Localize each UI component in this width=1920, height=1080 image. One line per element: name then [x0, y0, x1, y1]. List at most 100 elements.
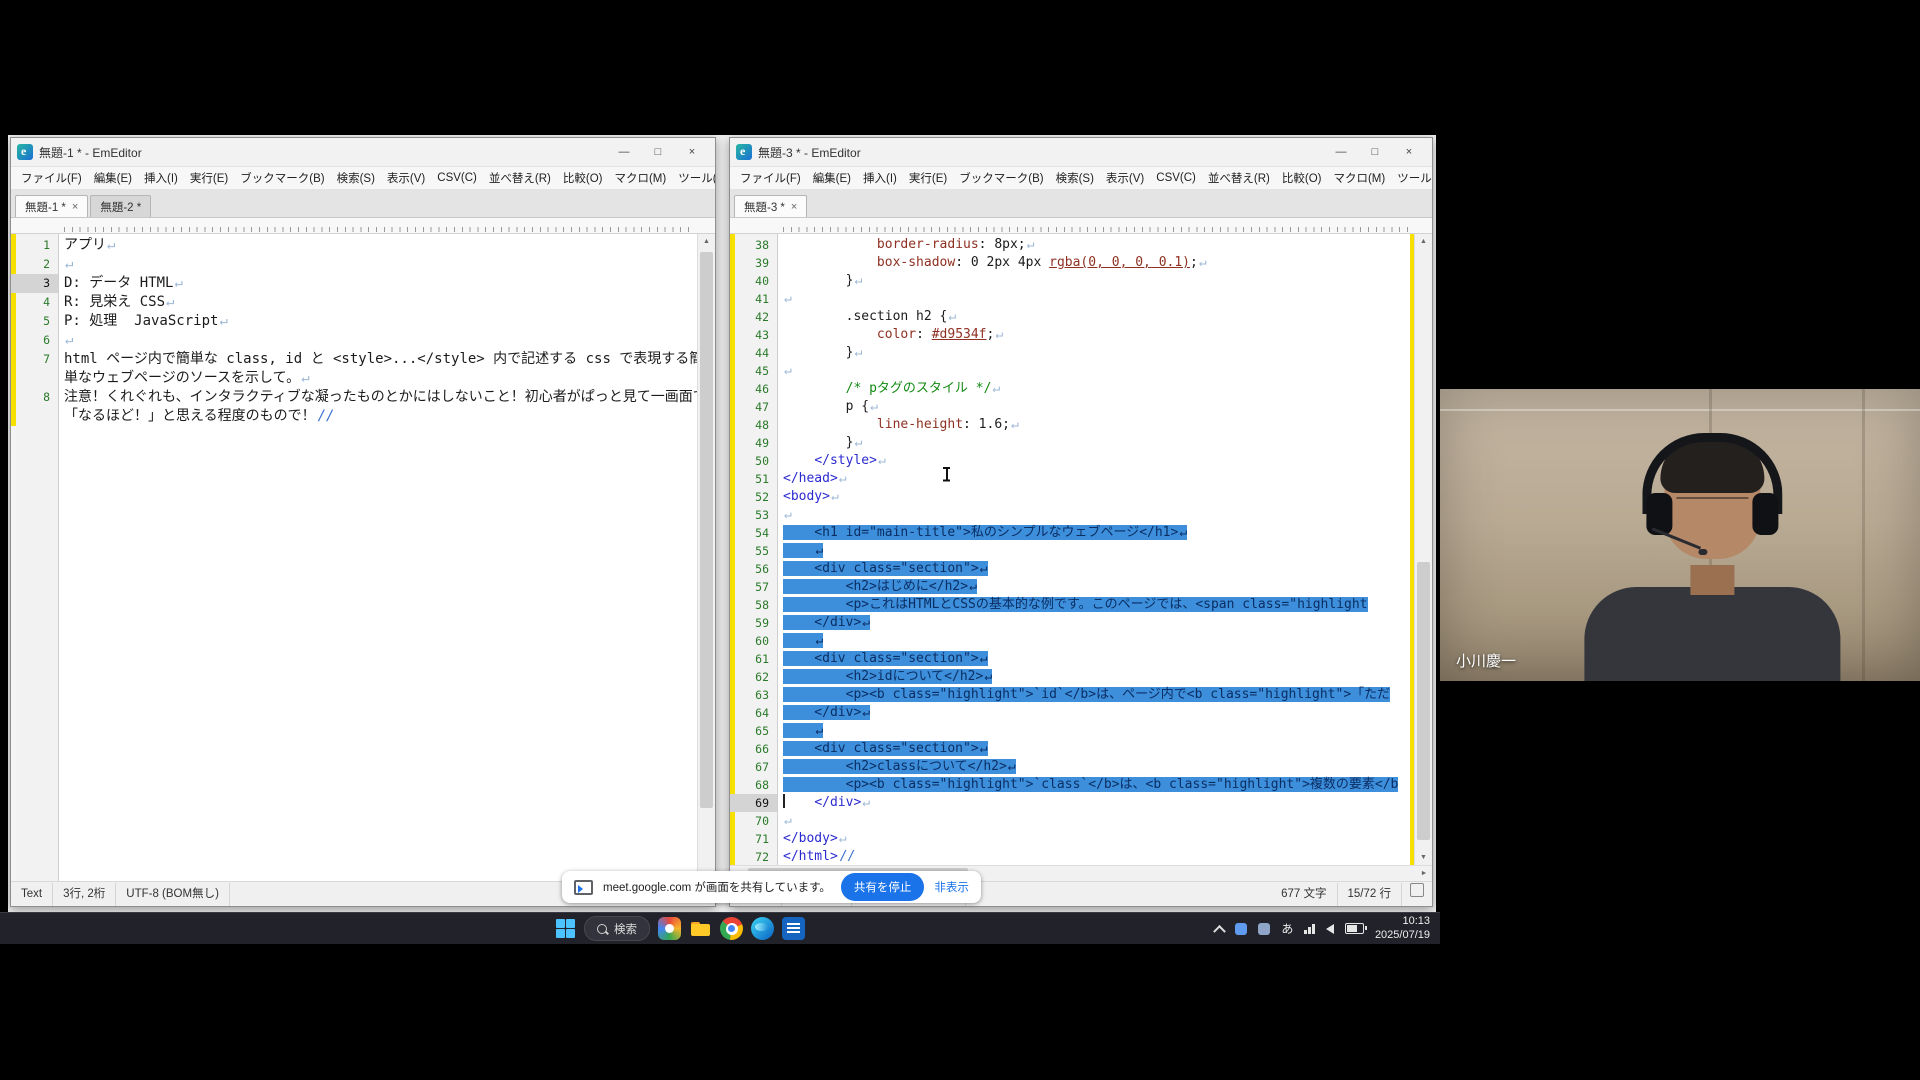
line-text[interactable]: }↵: [777, 344, 1432, 362]
line-number[interactable]: 65: [730, 722, 777, 740]
line-number[interactable]: 61: [730, 650, 777, 668]
stop-sharing-button[interactable]: 共有を停止: [841, 873, 925, 901]
text-editor-area[interactable]: 1アプリ↵2↵3D: データ HTML↵4R: 見栄え CSS↵5P: 処理 J…: [11, 234, 715, 881]
line-text[interactable]: <div class="section">↵: [777, 560, 1432, 578]
line-text[interactable]: <h2>はじめに</h2>↵: [777, 578, 1432, 596]
editor-tab[interactable]: 無題-1 *×: [15, 195, 88, 217]
line-number[interactable]: 70: [730, 812, 777, 830]
editor-tab[interactable]: 無題-2 *: [90, 195, 151, 217]
close-icon[interactable]: ×: [675, 140, 709, 164]
line-text[interactable]: p {↵: [777, 398, 1432, 416]
line-number[interactable]: 7: [11, 350, 58, 388]
menu-item[interactable]: マクロ(M): [1327, 170, 1391, 186]
line-number[interactable]: 52: [730, 488, 777, 506]
line-number[interactable]: 54: [730, 524, 777, 542]
line-number[interactable]: 55: [730, 542, 777, 560]
line-number[interactable]: 40: [730, 272, 777, 290]
menu-item[interactable]: 並べ替え(R): [1202, 170, 1276, 186]
line-text[interactable]: /* pタグのスタイル */↵: [777, 380, 1432, 398]
hide-banner-link[interactable]: 非表示: [934, 879, 969, 895]
menu-item[interactable]: ファイル(F): [15, 170, 88, 186]
line-number[interactable]: 50: [730, 452, 777, 470]
line-text[interactable]: color: #d9534f;↵: [777, 326, 1432, 344]
menu-item[interactable]: マクロ(M): [608, 170, 672, 186]
menu-item[interactable]: 挿入(I): [138, 170, 184, 186]
close-icon[interactable]: ×: [1392, 140, 1426, 164]
line-number[interactable]: 69: [730, 794, 777, 812]
line-text[interactable]: <p><b class="highlight">`id`</b>は、ページ内で<…: [777, 686, 1432, 704]
line-number[interactable]: 39: [730, 254, 777, 272]
notes-app-icon[interactable]: [782, 917, 805, 940]
vertical-scrollbar[interactable]: ▲ ▼: [697, 234, 715, 881]
line-text[interactable]: }↵: [777, 272, 1432, 290]
menu-item[interactable]: 挿入(I): [857, 170, 903, 186]
menu-item[interactable]: 検索(S): [1050, 170, 1100, 186]
tray-app-icon[interactable]: [1235, 923, 1247, 935]
maximize-icon[interactable]: □: [1358, 140, 1392, 164]
editor-tab[interactable]: 無題-3 *×: [734, 195, 807, 217]
line-text[interactable]: <div class="section">↵: [777, 740, 1432, 758]
line-number[interactable]: 2: [11, 255, 58, 274]
line-number[interactable]: 60: [730, 632, 777, 650]
menu-item[interactable]: 比較(O): [557, 170, 609, 186]
menu-item[interactable]: 並べ替え(R): [483, 170, 557, 186]
line-text[interactable]: border-radius: 8px;↵: [777, 236, 1432, 254]
line-text[interactable]: </style>↵: [777, 452, 1432, 470]
menu-item[interactable]: ブックマーク(B): [953, 170, 1049, 186]
ime-indicator[interactable]: あ: [1281, 920, 1293, 937]
line-text[interactable]: ↵: [777, 542, 1432, 560]
menu-item[interactable]: ツール(L): [672, 170, 715, 186]
tab-close-icon[interactable]: ×: [791, 201, 797, 213]
tray-overflow-chevron-icon[interactable]: [1214, 925, 1227, 938]
scroll-right-icon[interactable]: ►: [1416, 866, 1432, 881]
menu-item[interactable]: 実行(E): [184, 170, 234, 186]
line-text[interactable]: D: データ HTML↵: [58, 274, 715, 293]
maximize-icon[interactable]: □: [641, 140, 675, 164]
line-text[interactable]: <h2>classについて</h2>↵: [777, 758, 1432, 776]
line-number[interactable]: 47: [730, 398, 777, 416]
line-number[interactable]: 58: [730, 596, 777, 614]
line-text[interactable]: </div>↵: [777, 614, 1432, 632]
title-bar[interactable]: 無題-3 * - EmEditor — □ ×: [730, 138, 1432, 167]
line-number[interactable]: 62: [730, 668, 777, 686]
line-number[interactable]: 45: [730, 362, 777, 380]
line-text[interactable]: <body>↵: [777, 488, 1432, 506]
line-number[interactable]: 51: [730, 470, 777, 488]
scroll-up-icon[interactable]: ▲: [1415, 234, 1432, 249]
line-text[interactable]: ↵: [58, 255, 715, 274]
minimize-icon[interactable]: —: [607, 140, 641, 164]
line-number[interactable]: 44: [730, 344, 777, 362]
speaker-icon[interactable]: [1326, 924, 1334, 934]
menu-item[interactable]: ブックマーク(B): [234, 170, 330, 186]
network-icon[interactable]: [1304, 923, 1315, 934]
line-number[interactable]: 67: [730, 758, 777, 776]
scrollbar-thumb[interactable]: [700, 252, 713, 808]
title-bar[interactable]: 無題-1 * - EmEditor — □ ×: [11, 138, 715, 167]
line-text[interactable]: }↵: [777, 434, 1432, 452]
line-number[interactable]: 46: [730, 380, 777, 398]
line-text[interactable]: ↵: [777, 290, 1432, 308]
scroll-down-icon[interactable]: ▼: [1415, 850, 1432, 865]
line-text[interactable]: </div>↵: [777, 794, 1432, 812]
menu-item[interactable]: CSV(C): [1150, 172, 1202, 184]
menu-item[interactable]: 検索(S): [331, 170, 381, 186]
line-text[interactable]: </html>//: [777, 848, 1432, 865]
vertical-scrollbar[interactable]: ▲ ▼: [1414, 234, 1432, 865]
tab-close-icon[interactable]: ×: [72, 201, 78, 213]
menu-item[interactable]: 編集(E): [88, 170, 138, 186]
line-number[interactable]: 42: [730, 308, 777, 326]
line-text[interactable]: <h2>idについて</h2>↵: [777, 668, 1432, 686]
line-text[interactable]: .section h2 {↵: [777, 308, 1432, 326]
line-text[interactable]: <p><b class="highlight">`class`</b>は、<b …: [777, 776, 1432, 794]
minimize-icon[interactable]: —: [1324, 140, 1358, 164]
status-zoom-icon[interactable]: [1410, 883, 1424, 897]
line-text[interactable]: line-height: 1.6;↵: [777, 416, 1432, 434]
line-number[interactable]: 63: [730, 686, 777, 704]
line-number[interactable]: 64: [730, 704, 777, 722]
tray-app-icon[interactable]: [1258, 923, 1270, 935]
menu-item[interactable]: CSV(C): [431, 172, 483, 184]
line-number[interactable]: 72: [730, 848, 777, 865]
line-text[interactable]: ↵: [58, 331, 715, 350]
line-number[interactable]: 8: [11, 388, 58, 426]
text-editor-area[interactable]: 38 border-radius: 8px;↵39 box-shadow: 0 …: [730, 234, 1432, 865]
